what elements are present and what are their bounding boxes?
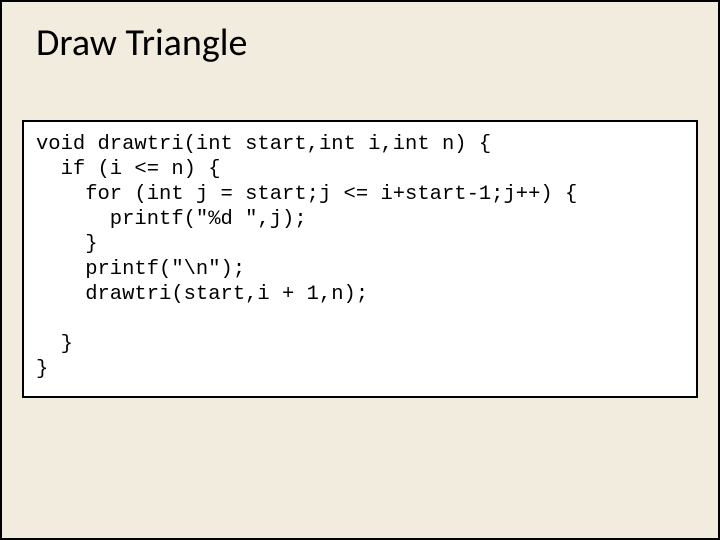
code-box: void drawtri(int start,int i,int n) { if… (22, 120, 698, 398)
code-snippet: void drawtri(int start,int i,int n) { if… (36, 132, 684, 382)
slide-title: Draw Triangle (36, 20, 247, 66)
slide: Draw Triangle void drawtri(int start,int… (0, 0, 720, 540)
